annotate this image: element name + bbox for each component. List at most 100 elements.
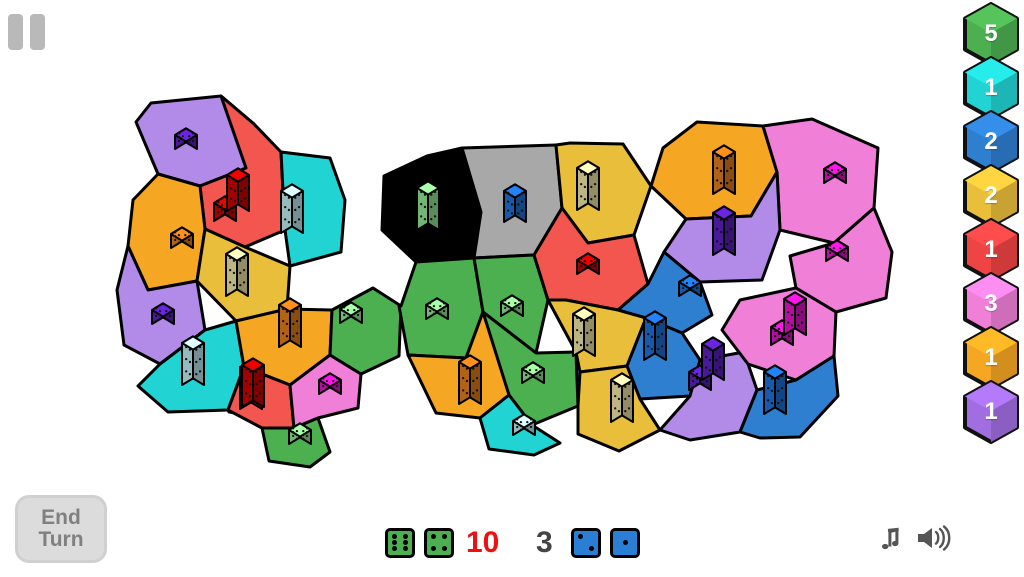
die-pip (580, 257, 583, 260)
die-pip (191, 136, 195, 139)
die-pip (832, 254, 836, 257)
die-pip (797, 303, 800, 306)
die-pip (784, 337, 787, 341)
die-pip (705, 366, 708, 369)
die-pip (232, 259, 236, 262)
die-pip (617, 410, 621, 413)
die-pip (590, 267, 593, 270)
die-pip (332, 380, 335, 383)
die-pip (790, 303, 794, 306)
territory[interactable] (328, 286, 403, 376)
die-pip (787, 335, 791, 338)
game-screen: End Turn 10 3 5 1 2 2 1 3 1 1 (0, 0, 1024, 577)
die-pip (580, 261, 583, 264)
die-pip (442, 545, 448, 551)
die-pip (647, 320, 650, 324)
dice-stack (712, 144, 736, 195)
die-pip (356, 306, 360, 309)
die-pip (719, 218, 723, 221)
dice-stack (278, 297, 302, 348)
die-pip (657, 348, 660, 351)
die-pip (325, 380, 329, 383)
die-pip (774, 325, 777, 328)
game-board[interactable] (0, 0, 1024, 577)
die-pip (526, 424, 529, 428)
die-pip (429, 302, 432, 305)
die-pip (576, 341, 579, 344)
die-pip (719, 182, 723, 185)
dice-stack (712, 205, 736, 256)
die-pip (282, 307, 285, 311)
die-pip (580, 264, 583, 268)
die-pip (840, 170, 844, 173)
die-pip (842, 244, 846, 247)
die-pip (716, 179, 719, 182)
die-pip (617, 397, 621, 401)
die-pip (245, 380, 248, 383)
die-pip (255, 370, 258, 373)
die-pip (155, 311, 158, 314)
die (571, 527, 601, 558)
die-pip (692, 375, 695, 378)
die-pip (242, 256, 246, 260)
reserve-hex-value: 3 (984, 290, 998, 317)
die-pip (178, 136, 181, 139)
reserve-hex-value: 2 (984, 128, 998, 155)
die-pip (430, 545, 436, 551)
die-pip (832, 247, 836, 250)
die-pip (715, 369, 718, 372)
die-pip (165, 317, 168, 320)
dice-stack (643, 310, 667, 361)
die-pip (184, 241, 187, 244)
die-pip (514, 309, 517, 312)
dice-stack (241, 357, 265, 408)
die-pip (729, 228, 733, 231)
die-pip (188, 348, 192, 351)
die-pip (510, 212, 514, 215)
die-pip (255, 382, 258, 386)
die-pip (243, 187, 247, 190)
die-pip (462, 377, 465, 380)
audio-controls[interactable] (872, 522, 952, 554)
die-pip (188, 142, 191, 145)
die-pip (188, 373, 192, 376)
die-pip (517, 299, 521, 302)
die-pip (184, 234, 187, 237)
die (385, 527, 415, 558)
speaker-icon[interactable] (914, 522, 952, 554)
die-pip (403, 546, 409, 552)
die-pip (583, 198, 587, 201)
reserve-hex: 1 (962, 380, 1020, 444)
die-pip (695, 377, 699, 381)
die-pip (774, 330, 777, 333)
die-pip (284, 206, 287, 209)
die-pip (188, 138, 191, 142)
die-pip (292, 427, 295, 430)
die-pip (576, 329, 579, 332)
die-pip (516, 422, 519, 425)
die-pip (719, 157, 723, 160)
die-pip (184, 237, 187, 241)
die-pip (538, 366, 542, 369)
die-pip (718, 345, 722, 348)
die-pip (525, 373, 528, 377)
die-pip (187, 238, 191, 242)
die-pip (580, 170, 583, 174)
die-pip (770, 377, 774, 380)
die-pip (525, 370, 528, 373)
die-pip (255, 395, 258, 398)
music-note-icon[interactable] (872, 522, 904, 554)
die-pip (465, 367, 469, 370)
die-pip (695, 382, 699, 386)
die-pip (158, 317, 162, 320)
die-pip (432, 308, 436, 312)
die-pip (617, 385, 621, 388)
die-pip (504, 306, 507, 310)
die-pip (839, 254, 842, 257)
die-pip (233, 189, 237, 193)
die-pip (777, 327, 781, 331)
die-pip (181, 142, 185, 145)
die-pip (715, 358, 718, 362)
die-pip (391, 546, 397, 552)
die-pip (292, 322, 295, 326)
